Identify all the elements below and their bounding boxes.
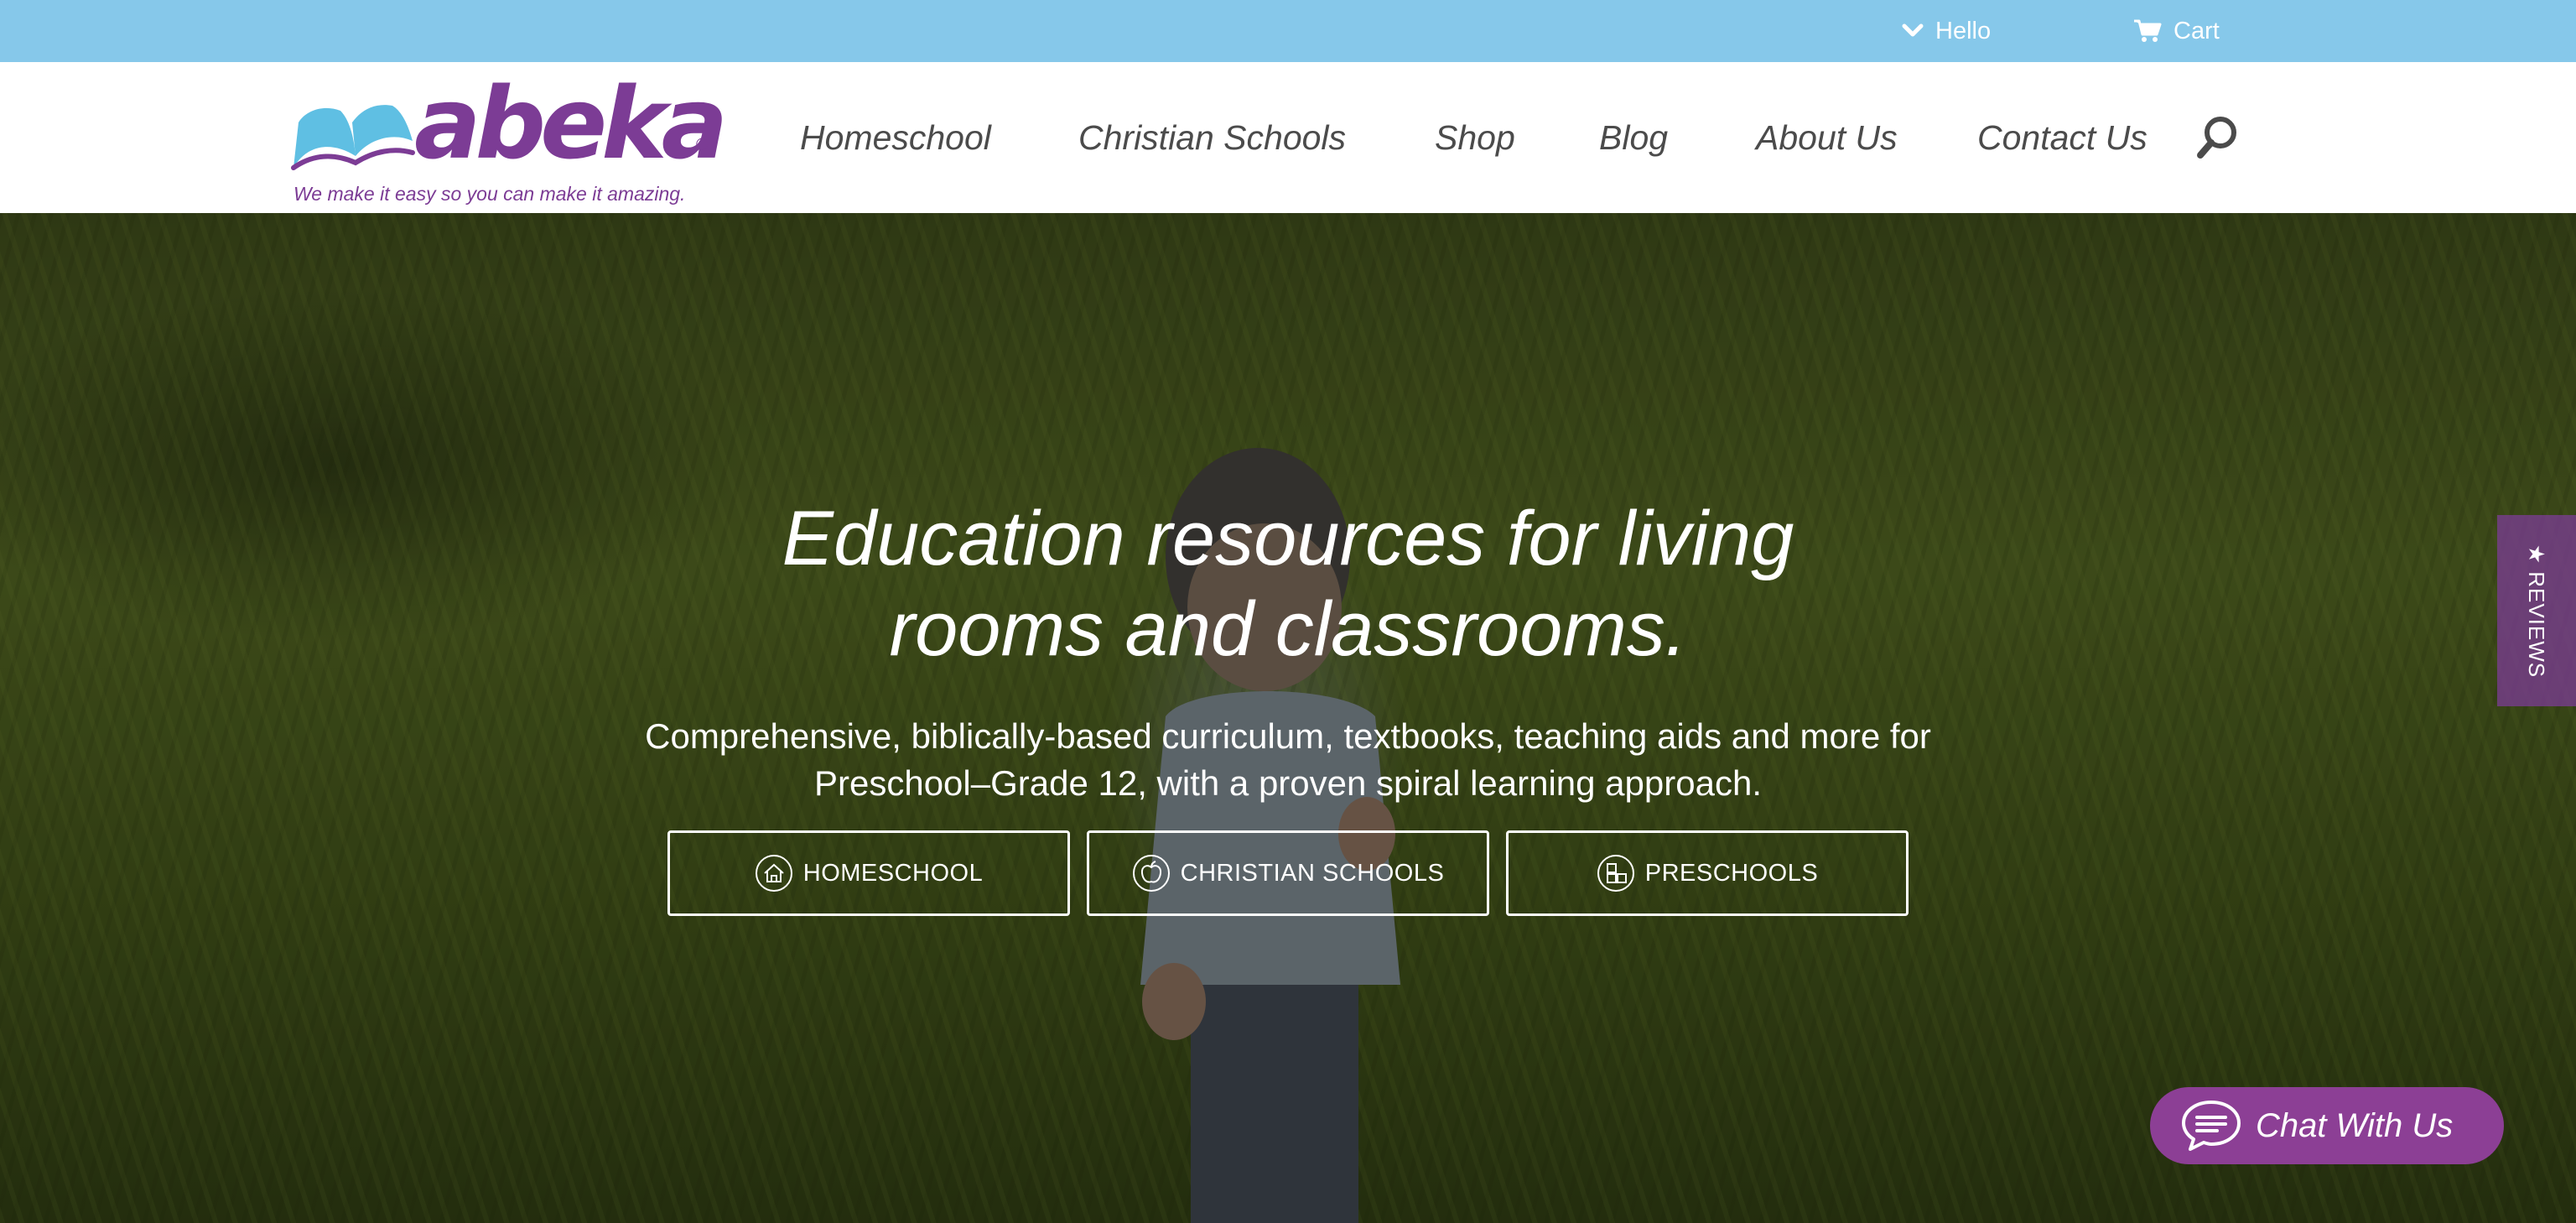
hero-title-line-2: rooms and classrooms. [889, 586, 1687, 672]
reviews-tab-label: REVIEWS [2524, 570, 2550, 678]
nav-shop[interactable]: Shop [1435, 62, 1515, 213]
nav-about-us[interactable]: About Us [1756, 62, 1898, 213]
christian-schools-button[interactable]: CHRISTIAN SCHOOLS [1087, 830, 1489, 916]
account-menu[interactable]: Hello [1902, 0, 1991, 62]
cart-icon [2134, 19, 2162, 42]
cart-label: Cart [2174, 17, 2220, 44]
preschools-button-label: PRESCHOOLS [1644, 859, 1819, 887]
hero-subtitle: Comprehensive, biblically-based curricul… [449, 713, 2127, 807]
account-hello-label: Hello [1935, 17, 1992, 44]
top-utility-bar: Hello Cart [0, 0, 2576, 62]
hero-subtitle-line-1: Comprehensive, biblically-based curricul… [645, 716, 1931, 756]
homeschool-button-label: HOMESCHOOL [802, 859, 984, 887]
open-book-icon [291, 105, 415, 170]
christian-schools-button-label: CHRISTIAN SCHOOLS [1180, 859, 1445, 887]
blocks-icon [1597, 855, 1634, 892]
reviews-tab[interactable]: ★ REVIEWS [2497, 515, 2576, 706]
hero-title: Education resources for living rooms and… [449, 493, 2127, 674]
logo-tagline: We make it easy so you can make it amazi… [293, 183, 686, 205]
star-icon: ★ [2524, 544, 2550, 565]
house-icon [755, 855, 792, 892]
nav-homeschool[interactable]: Homeschool [800, 62, 991, 213]
cart-link[interactable]: Cart [2133, 0, 2220, 62]
preschools-button[interactable]: PRESCHOOLS [1506, 830, 1909, 916]
abeka-logo[interactable]: abeka ® We make it easy so you can make … [290, 74, 728, 211]
logo-wordmark: abeka [414, 65, 728, 181]
site-header: abeka ® We make it easy so you can make … [0, 62, 2576, 213]
chat-button-label: Chat With Us [2256, 1106, 2454, 1144]
search-button[interactable] [2195, 114, 2239, 165]
apple-icon [1132, 855, 1170, 892]
nav-christian-schools[interactable]: Christian Schools [1078, 62, 1346, 213]
hero-banner: Education resources for living rooms and… [0, 213, 2576, 1223]
homeschool-button[interactable]: HOMESCHOOL [667, 830, 1070, 916]
nav-contact-us[interactable]: Contact Us [1977, 62, 2148, 213]
nav-blog[interactable]: Blog [1599, 62, 1668, 213]
chevron-down-icon [1902, 23, 1924, 37]
hero-subtitle-line-2: Preschool–Grade 12, with a proven spiral… [813, 763, 1762, 803]
chat-bubble-icon [2182, 1101, 2241, 1151]
registered-mark: ® [696, 136, 709, 154]
search-icon [2197, 117, 2236, 159]
chat-with-us-button[interactable]: Chat With Us [2150, 1087, 2504, 1164]
hero-title-line-1: Education resources for living [782, 496, 1794, 581]
